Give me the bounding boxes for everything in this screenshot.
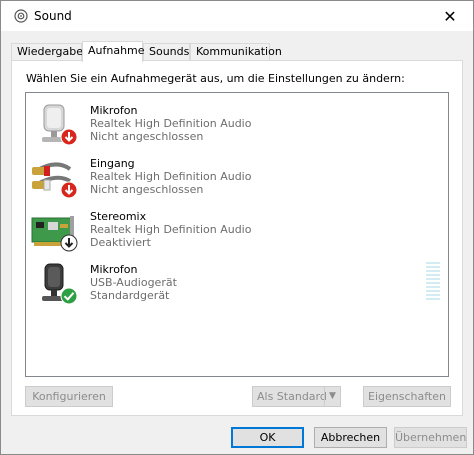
tab-wiedergabe[interactable]: Wiedergabe: [11, 43, 83, 60]
set-default-button[interactable]: Als Standard ▼: [252, 386, 341, 407]
recording-panel: Wählen Sie ein Aufnahmegerät aus, um die…: [11, 60, 463, 416]
tab-sounds[interactable]: Sounds: [143, 43, 190, 60]
device-driver: Realtek High Definition Audio: [90, 223, 252, 236]
device-status: Deaktiviert: [90, 236, 151, 249]
device-driver: Realtek High Definition Audio: [90, 170, 252, 183]
disconnected-icon: [60, 128, 78, 146]
device-driver: USB-Audiogerät: [90, 276, 177, 289]
default-check-icon: [60, 287, 78, 305]
ok-button[interactable]: OK: [231, 427, 304, 448]
meter-segment: [426, 294, 440, 296]
properties-button[interactable]: Eigenschaften: [363, 386, 451, 407]
device-status: Nicht angeschlossen: [90, 130, 204, 143]
chevron-down-icon[interactable]: ▼: [324, 387, 340, 406]
meter-segment: [426, 278, 440, 280]
device-name: Mikrofon: [90, 104, 138, 117]
level-meter: [426, 262, 440, 306]
device-driver: Realtek High Definition Audio: [90, 117, 252, 130]
meter-segment: [426, 274, 440, 276]
tab-aufnahme[interactable]: Aufnahme: [82, 41, 145, 62]
meter-segment: [426, 266, 440, 268]
meter-segment: [426, 290, 440, 292]
device-name: Stereomix: [90, 210, 147, 223]
meter-segment: [426, 282, 440, 284]
window-title: Sound: [34, 9, 72, 23]
title-bar: Sound ✕: [1, 1, 473, 31]
device-item-eingang[interactable]: Eingang Realtek High Definition Audio Ni…: [26, 153, 446, 205]
meter-segment: [426, 270, 440, 272]
disconnected-icon: [60, 181, 78, 199]
close-button[interactable]: ✕: [427, 1, 473, 31]
set-default-label: Als Standard: [257, 390, 327, 403]
device-item-stereomix[interactable]: Stereomix Realtek High Definition Audio …: [26, 206, 446, 258]
configure-button[interactable]: Konfigurieren: [25, 386, 113, 407]
device-name: Mikrofon: [90, 263, 138, 276]
sound-dialog: Sound ✕ Wiedergabe Aufnahme Sounds Kommu…: [0, 0, 474, 455]
device-item-mikrofon-usb[interactable]: Mikrofon USB-Audiogerät Standardgerät: [26, 259, 446, 311]
device-list[interactable]: Mikrofon Realtek High Definition Audio N…: [25, 92, 449, 377]
instruction-text: Wählen Sie ein Aufnahmegerät aus, um die…: [26, 72, 405, 85]
device-name: Eingang: [90, 157, 135, 170]
meter-segment: [426, 262, 440, 264]
disabled-icon: [60, 234, 78, 252]
meter-segment: [426, 286, 440, 288]
device-status: Nicht angeschlossen: [90, 183, 204, 196]
device-status: Standardgerät: [90, 289, 170, 302]
meter-segment: [426, 298, 440, 300]
speaker-icon: [14, 9, 28, 23]
device-item-mikrofon-realtek[interactable]: Mikrofon Realtek High Definition Audio N…: [26, 100, 446, 152]
close-icon: ✕: [443, 6, 457, 26]
cancel-button[interactable]: Abbrechen: [314, 427, 387, 448]
apply-button[interactable]: Übernehmen: [394, 427, 467, 448]
tab-kommunikation[interactable]: Kommunikation: [190, 43, 282, 60]
